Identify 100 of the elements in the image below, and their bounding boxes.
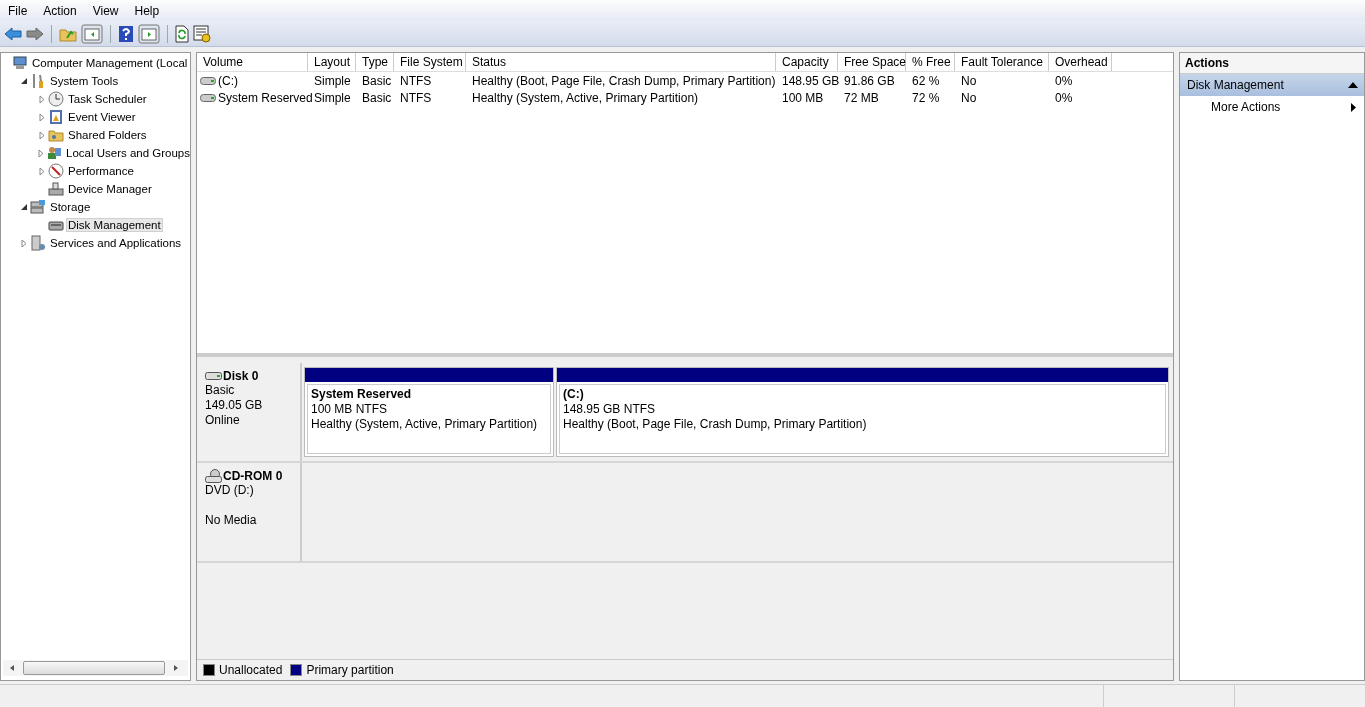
- column-header[interactable]: Overhead: [1049, 53, 1112, 71]
- partition-name: (C:): [563, 387, 585, 401]
- tree-item[interactable]: Device Manager: [66, 182, 154, 196]
- menu-item[interactable]: Action: [35, 3, 85, 18]
- disk-detail: No Media: [205, 513, 257, 527]
- storage-icon: [30, 199, 46, 215]
- table-cell: Basic: [362, 73, 392, 88]
- section-title: Disk Management: [1187, 78, 1284, 92]
- table-cell: 62 %: [912, 73, 940, 88]
- drive-icon: [200, 93, 216, 102]
- tree-item[interactable]: Computer Management (Local: [30, 56, 190, 70]
- table-cell: No: [961, 90, 977, 105]
- cd-drive-icon: [205, 469, 222, 483]
- expand-arrow-icon[interactable]: [38, 94, 46, 104]
- perf-icon: [48, 163, 64, 179]
- table-cell: 148.95 GB: [782, 73, 840, 88]
- scroll-left-arrow-icon[interactable]: [9, 664, 15, 672]
- computer-icon: [12, 55, 28, 71]
- console-tree-icon[interactable]: [81, 23, 103, 44]
- table-cell: Healthy (System, Active, Primary Partition): [472, 90, 699, 105]
- table-cell: 0%: [1055, 73, 1073, 88]
- column-header[interactable]: Type: [356, 53, 394, 71]
- table-cell: 72 %: [912, 90, 940, 105]
- collapse-arrow-icon[interactable]: [20, 203, 28, 211]
- forward-icon[interactable]: [26, 26, 44, 41]
- table-cell: 0%: [1055, 90, 1073, 105]
- scrollbar-thumb[interactable]: [23, 661, 165, 675]
- column-header[interactable]: Free Space: [838, 53, 906, 71]
- disk-detail: 149.05 GB: [205, 398, 263, 412]
- users-icon: [46, 145, 62, 161]
- table-cell: Simple: [314, 90, 351, 105]
- disk-name: Disk 0: [223, 369, 259, 383]
- disk-name: CD-ROM 0: [223, 469, 283, 483]
- column-header[interactable]: Layout: [308, 53, 356, 71]
- tree-item[interactable]: Services and Applications: [48, 236, 184, 250]
- scroll-right-arrow-icon[interactable]: [173, 664, 179, 672]
- properties-icon[interactable]: [193, 24, 211, 43]
- tree-item[interactable]: Shared Folders: [66, 128, 149, 142]
- expand-arrow-icon[interactable]: [20, 238, 28, 248]
- legend-label: Unallocated: [219, 663, 283, 677]
- partition-block[interactable]: System Reserved 100 MB NTFS Healthy (System, Active, Primary Partition): [304, 367, 554, 457]
- expand-arrow-icon[interactable]: [37, 148, 45, 158]
- table-cell: Healthy (Boot, Page File, Crash Dump, Primary Partition): [472, 73, 776, 88]
- tree-item[interactable]: Task Scheduler: [66, 92, 149, 106]
- tree-item[interactable]: System Tools: [48, 74, 121, 88]
- menu-item[interactable]: File: [0, 3, 36, 18]
- folder-icon: [48, 127, 64, 143]
- column-header[interactable]: % Free: [906, 53, 955, 71]
- hard-drive-icon: [205, 371, 222, 381]
- disk-detail: Online: [205, 413, 240, 427]
- table-cell: No: [961, 73, 977, 88]
- tree-item[interactable]: Storage: [48, 200, 93, 214]
- legend-label: Primary partition: [306, 663, 394, 677]
- table-cell: Simple: [314, 73, 351, 88]
- table-cell: 100 MB: [782, 90, 824, 105]
- menu-item[interactable]: View: [84, 3, 127, 18]
- back-icon[interactable]: [4, 26, 22, 41]
- table-cell: 91.86 GB: [844, 73, 895, 88]
- horizontal-scrollbar[interactable]: [3, 660, 188, 676]
- clock-icon: [48, 91, 64, 107]
- partition-block[interactable]: (C:) 148.95 GB NTFS Healthy (Boot, Page File, Crash Dump, Primary Partition): [556, 367, 1169, 457]
- expand-arrow-icon[interactable]: [38, 166, 46, 176]
- table-cell: System Reserved: [218, 90, 313, 105]
- log-icon: [48, 109, 64, 125]
- disk-detail: Basic: [205, 383, 235, 397]
- partition-size: 148.95 GB NTFS: [563, 402, 657, 416]
- tree-item[interactable]: Disk Management: [66, 218, 163, 232]
- disk-detail: DVD (D:): [205, 483, 254, 497]
- column-header[interactable]: Status: [466, 53, 776, 71]
- partition-size: 100 MB NTFS: [311, 402, 389, 416]
- services-icon: [30, 235, 46, 251]
- table-cell: NTFS: [400, 73, 432, 88]
- actions-header: Actions: [1180, 53, 1364, 74]
- drive-icon: [200, 76, 216, 85]
- column-header[interactable]: Capacity: [776, 53, 838, 71]
- table-cell: NTFS: [400, 90, 432, 105]
- actions-section-header[interactable]: Disk Management: [1180, 74, 1364, 96]
- tree-item[interactable]: Local Users and Groups: [64, 146, 190, 160]
- tree-item[interactable]: Performance: [66, 164, 136, 178]
- refresh-icon[interactable]: [175, 24, 189, 43]
- action-link[interactable]: More Actions: [1211, 100, 1281, 114]
- collapse-arrow-icon[interactable]: [20, 77, 28, 85]
- column-header[interactable]: Volume: [197, 53, 308, 71]
- expand-arrow-icon[interactable]: [38, 112, 46, 122]
- tools-icon: [30, 73, 46, 89]
- action-pane-icon[interactable]: [138, 23, 160, 44]
- expand-arrow-icon[interactable]: [38, 130, 46, 140]
- collapse-icon[interactable]: [1348, 82, 1358, 88]
- partition-status: Healthy (System, Active, Primary Partition): [311, 417, 539, 431]
- device-icon: [48, 181, 64, 197]
- menu-item[interactable]: Help: [126, 3, 168, 18]
- partition-status: Healthy (Boot, Page File, Crash Dump, Primary Partition): [563, 417, 868, 431]
- column-header[interactable]: Fault Tolerance: [955, 53, 1049, 71]
- table-cell: 72 MB: [844, 90, 879, 105]
- column-header[interactable]: File System: [394, 53, 466, 71]
- table-cell: (C:): [218, 73, 238, 88]
- submenu-arrow-icon: [1351, 102, 1356, 112]
- help-icon[interactable]: [118, 24, 134, 43]
- partition-name: System Reserved: [311, 387, 413, 401]
- tree-item[interactable]: Event Viewer: [66, 110, 138, 124]
